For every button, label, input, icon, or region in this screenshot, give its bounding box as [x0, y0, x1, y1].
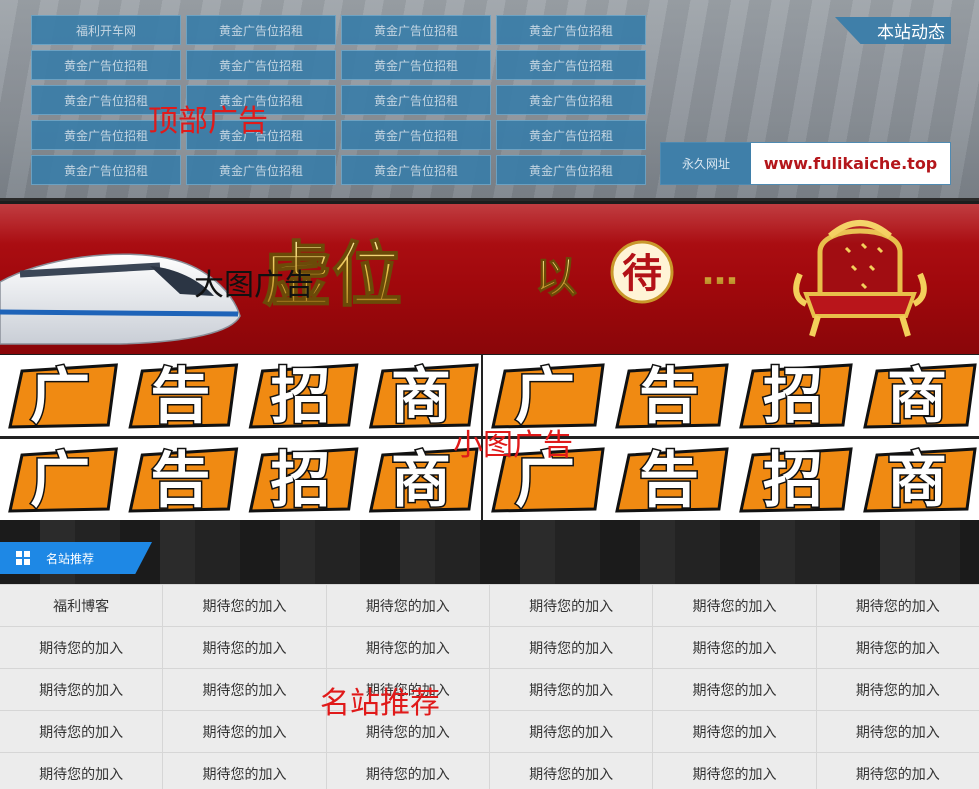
top-ad-slot[interactable]: 黄金广告位招租 — [341, 15, 491, 45]
recommended-site-link[interactable]: 期待您的加入 — [816, 669, 979, 710]
small-ad-char: 告 — [639, 446, 699, 516]
recommended-site-link[interactable]: 福利博客 — [0, 585, 163, 626]
recommended-site-link[interactable]: 期待您的加入 — [326, 711, 489, 752]
small-ad-char: 招 — [763, 446, 823, 516]
permanent-url-link[interactable]: www.fulikaiche.top — [751, 143, 950, 184]
recommended-site-link[interactable]: 期待您的加入 — [163, 627, 326, 668]
top-ad-slot[interactable]: 黄金广告位招租 — [31, 85, 181, 115]
top-ad-slot[interactable]: 黄金广告位招租 — [341, 50, 491, 80]
recommended-site-link[interactable]: 期待您的加入 — [653, 711, 816, 752]
recommended-site-link[interactable]: 期待您的加入 — [653, 585, 816, 626]
small-ad-char: 招 — [271, 362, 331, 432]
small-ad-tile[interactable]: 广告招商 — [483, 439, 979, 520]
top-ad-slot[interactable]: 福利开车网 — [31, 15, 181, 45]
recommended-site-link[interactable]: 期待您的加入 — [816, 585, 979, 626]
banner-headline-mid: 以 — [535, 253, 577, 302]
recommended-site-link[interactable]: 期待您的加入 — [653, 627, 816, 668]
recommended-site-link[interactable]: 期待您的加入 — [489, 753, 653, 789]
top-ad-grid: 福利开车网 黄金广告位招租 黄金广告位招租 黄金广告位招租 黄金广告位招租 黄金广告位招租… — [31, 15, 647, 185]
recommended-site-link[interactable]: 期待您的加入 — [0, 669, 163, 710]
small-ad-char: 招 — [271, 446, 331, 516]
small-ad-char: 商 — [391, 446, 451, 516]
site-news-tab[interactable]: 本站动态 — [835, 17, 951, 44]
banner-headline-badge: 待 — [622, 251, 662, 297]
top-ad-slot[interactable]: 黄金广告位招租 — [31, 50, 181, 80]
small-ad-char: 商 — [887, 446, 947, 516]
top-ad-slot[interactable]: 黄金广告位招租 — [186, 120, 336, 150]
page-root: 福利开车网 黄金广告位招租 黄金广告位招租 黄金广告位招租 黄金广告位招租 黄金广告位招租… — [0, 0, 979, 789]
small-ad-char: 商 — [887, 362, 947, 432]
small-ad-char: 广 — [30, 446, 90, 516]
top-ad-slot[interactable]: 黄金广告位招租 — [341, 155, 491, 185]
recommended-site-link[interactable]: 期待您的加入 — [326, 585, 489, 626]
recommended-site-link[interactable]: 期待您的加入 — [0, 711, 163, 752]
recommended-site-link[interactable]: 期待您的加入 — [489, 585, 653, 626]
recommended-site-link[interactable]: 期待您的加入 — [163, 669, 326, 710]
small-ad-char: 广 — [515, 446, 575, 516]
top-ad-slot[interactable]: 黄金广告位招租 — [341, 120, 491, 150]
top-ad-slot[interactable]: 黄金广告位招租 — [496, 85, 646, 115]
top-ad-slot[interactable]: 黄金广告位招租 — [186, 85, 336, 115]
small-ad-char: 广 — [515, 362, 575, 432]
top-ad-slot[interactable]: 黄金广告位招租 — [341, 85, 491, 115]
top-ad-slot[interactable]: 黄金广告位招租 — [31, 120, 181, 150]
recommended-site-link[interactable]: 期待您的加入 — [489, 711, 653, 752]
recommended-site-link[interactable]: 期待您的加入 — [489, 669, 653, 710]
small-ad-artwork: 广告招商 — [8, 445, 479, 518]
top-ad-slot[interactable]: 黄金广告位招租 — [186, 155, 336, 185]
small-ad-char: 告 — [150, 446, 210, 516]
top-ad-slot[interactable]: 黄金广告位招租 — [496, 120, 646, 150]
small-ad-char: 告 — [639, 362, 699, 432]
recommended-sites-section: 名站推荐 福利博客 期待您的加入 期待您的加入 期待您的加入 期待您的加入 期待您的加入期… — [0, 520, 979, 789]
site-news-tab-label: 本站动态 — [877, 23, 945, 43]
permanent-url-label: 永久网址 — [661, 143, 751, 184]
recommended-site-link[interactable]: 期待您的加入 — [489, 627, 653, 668]
recommended-header: 名站推荐 — [0, 542, 152, 574]
banner-headline-main: 虚位 — [262, 234, 402, 316]
small-ad-char: 告 — [150, 362, 210, 432]
recommended-site-link[interactable]: 期待您的加入 — [0, 627, 163, 668]
recommended-site-link[interactable]: 期待您的加入 — [326, 669, 489, 710]
small-ad-tile[interactable]: 广告招商 — [0, 439, 481, 520]
permanent-url-box: 永久网址 www.fulikaiche.top — [660, 142, 951, 185]
recommended-grid: 福利博客 期待您的加入 期待您的加入 期待您的加入 期待您的加入 期待您的加入 期待您的加入… — [0, 584, 979, 789]
banner-shine — [0, 204, 979, 244]
top-ad-slot[interactable]: 黄金广告位招租 — [186, 15, 336, 45]
small-ad-artwork: 广告招商 — [491, 445, 977, 518]
recommended-photo-strip — [0, 520, 979, 584]
recommended-title: 名站推荐 — [46, 551, 95, 566]
top-ad-slot[interactable]: 黄金广告位招租 — [31, 155, 181, 185]
big-banner-ad[interactable]: 虚位 以 待 … — [0, 204, 979, 354]
recommended-site-link[interactable]: 期待您的加入 — [326, 627, 489, 668]
banner-ellipsis: … — [702, 252, 738, 293]
top-ad-slot[interactable]: 黄金广告位招租 — [186, 50, 336, 80]
top-ad-slot[interactable]: 黄金广告位招租 — [496, 50, 646, 80]
small-ad-char: 商 — [391, 362, 451, 432]
small-ad-char: 招 — [763, 362, 823, 432]
top-ad-section: 福利开车网 黄金广告位招租 黄金广告位招租 黄金广告位招租 黄金广告位招租 黄金广告位招租… — [0, 0, 979, 201]
top-ad-slot[interactable]: 黄金广告位招租 — [496, 155, 646, 185]
recommended-site-link[interactable]: 期待您的加入 — [653, 669, 816, 710]
recommended-site-link[interactable]: 期待您的加入 — [816, 753, 979, 789]
recommended-site-link[interactable]: 期待您的加入 — [163, 711, 326, 752]
small-ad-artwork: 广告招商 — [8, 361, 479, 434]
small-ad-tile[interactable]: 广告招商 — [483, 355, 979, 436]
recommended-site-link[interactable]: 期待您的加入 — [0, 753, 163, 789]
top-ad-slot[interactable]: 黄金广告位招租 — [496, 15, 646, 45]
small-ad-tile[interactable]: 广告招商 — [0, 355, 481, 436]
grid-icon — [16, 551, 30, 565]
small-ad-artwork: 广告招商 — [491, 361, 977, 434]
recommended-site-link[interactable]: 期待您的加入 — [163, 753, 326, 789]
recommended-site-link[interactable]: 期待您的加入 — [816, 627, 979, 668]
recommended-site-link[interactable]: 期待您的加入 — [163, 585, 326, 626]
recommended-site-link[interactable]: 期待您的加入 — [326, 753, 489, 789]
recommended-site-link[interactable]: 期待您的加入 — [816, 711, 979, 752]
small-ad-section: 广告招商广告招商广告招商广告招商 — [0, 355, 979, 520]
small-ad-char: 广 — [30, 362, 90, 432]
train-icon — [0, 253, 241, 345]
recommended-site-link[interactable]: 期待您的加入 — [653, 753, 816, 789]
